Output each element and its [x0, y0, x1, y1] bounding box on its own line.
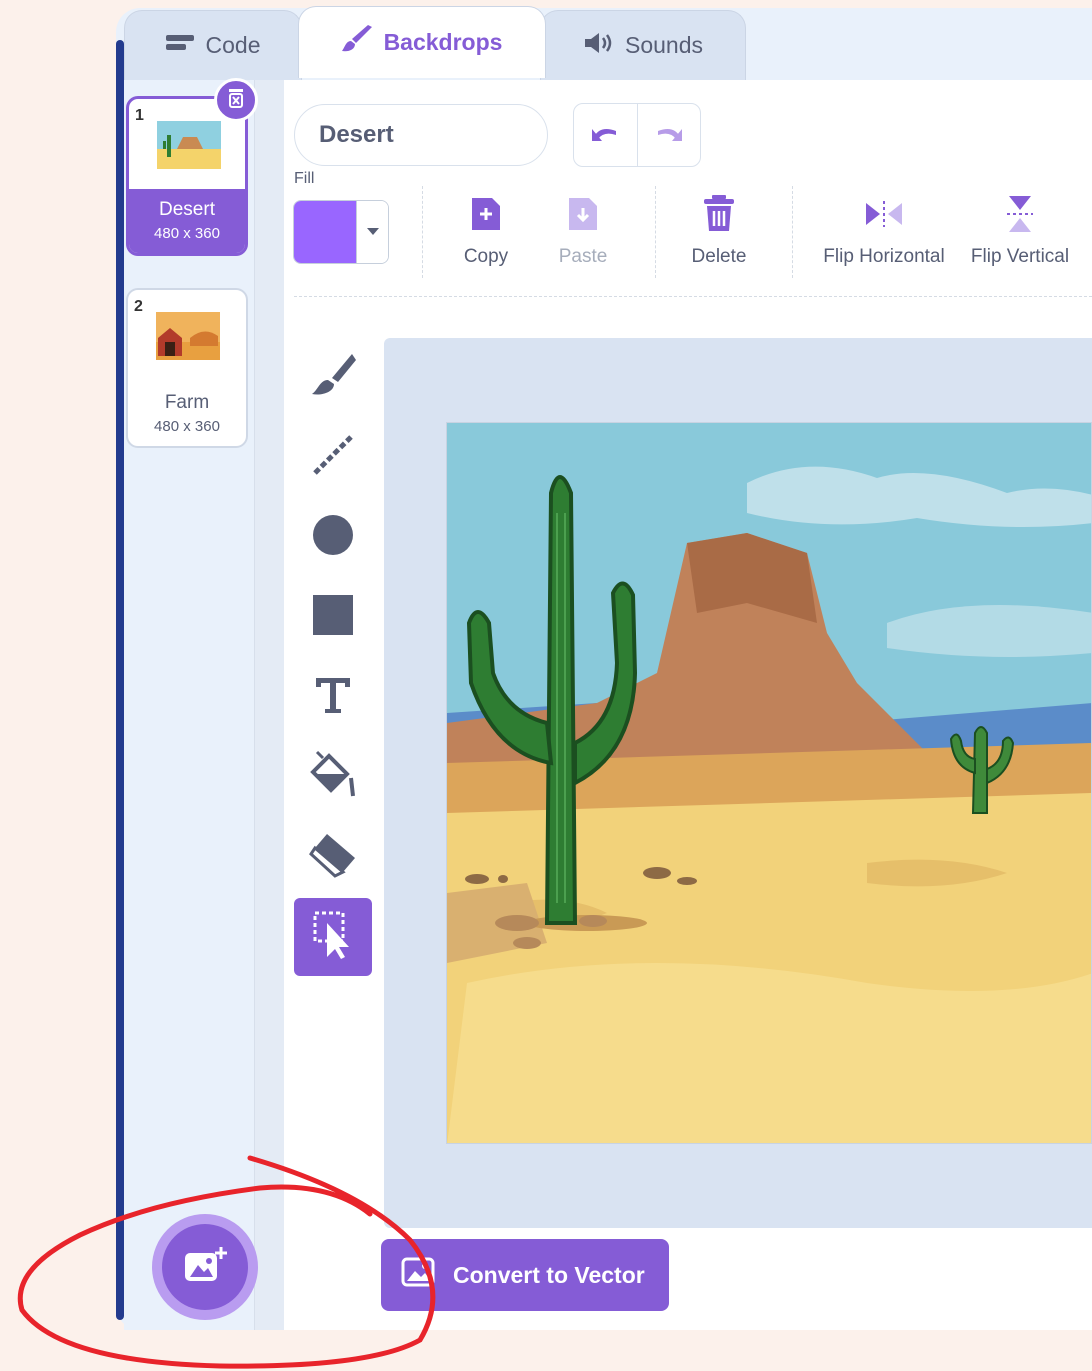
- brush-icon: [308, 350, 358, 405]
- backdrop-list-scrollbar[interactable]: [254, 80, 285, 1330]
- flip-vertical-button[interactable]: Flip Vertical: [966, 196, 1074, 268]
- backdrop-size: 480 x 360: [154, 418, 220, 435]
- paste-button[interactable]: Paste: [550, 196, 616, 268]
- delete-backdrop-button[interactable]: [214, 78, 258, 122]
- backdrop-number: 1: [135, 107, 144, 124]
- toolbar-divider: [655, 186, 656, 278]
- rectangle-tool[interactable]: [294, 578, 372, 656]
- copy-label: Copy: [463, 246, 509, 267]
- undo-redo-group: [573, 103, 701, 167]
- line-icon: [311, 433, 355, 482]
- redo-button[interactable]: [636, 104, 701, 166]
- undo-button[interactable]: [574, 104, 637, 166]
- text-icon: [313, 675, 353, 720]
- toolbar-separator: [294, 296, 1092, 297]
- image-icon: [401, 1257, 435, 1293]
- flip-horizontal-icon: [864, 199, 904, 235]
- undo-icon: [590, 123, 620, 148]
- desert-backdrop-artwork: [447, 423, 1091, 1143]
- circle-icon: [311, 513, 355, 562]
- tab-backdrops[interactable]: Backdrops: [298, 6, 546, 78]
- chevron-down-icon: [356, 201, 388, 263]
- backdrop-size: 480 x 360: [154, 225, 220, 242]
- fill-tool[interactable]: [294, 738, 372, 816]
- add-image-icon: [183, 1245, 227, 1290]
- fill-label: Fill: [294, 170, 315, 187]
- redo-icon: [654, 123, 684, 148]
- window-edge: [116, 40, 124, 1320]
- delete-button[interactable]: Delete: [684, 195, 754, 268]
- convert-to-vector-label: Convert to Vector: [453, 1261, 645, 1288]
- flip-vertical-icon: [1005, 194, 1035, 240]
- toolbar-divider: [792, 186, 793, 278]
- text-tool[interactable]: [294, 658, 372, 736]
- drawing-canvas[interactable]: [446, 422, 1092, 1144]
- tab-sounds[interactable]: Sounds: [540, 10, 746, 80]
- paintbrush-icon: [341, 24, 374, 61]
- backdrop-name-input[interactable]: [294, 104, 548, 166]
- copy-icon: [470, 196, 502, 238]
- backdrop-name: Farm: [164, 392, 210, 413]
- select-icon: [311, 909, 355, 966]
- flip-horizontal-label: Flip Horizontal: [823, 246, 945, 267]
- circle-tool[interactable]: [294, 498, 372, 576]
- rectangle-icon: [312, 594, 354, 641]
- backdrop-number: 2: [134, 298, 143, 315]
- backdrop-list: [124, 80, 254, 1330]
- toolbar-divider: [422, 186, 423, 278]
- select-tool[interactable]: [294, 898, 372, 976]
- flip-vertical-label: Flip Vertical: [970, 246, 1070, 267]
- code-icon: [165, 32, 196, 59]
- paste-icon: [567, 196, 599, 238]
- delete-label: Delete: [691, 246, 747, 267]
- fill-bucket-icon: [307, 750, 359, 805]
- backdrop-name: Desert: [159, 199, 215, 220]
- tab-code[interactable]: Code: [124, 10, 302, 80]
- copy-button[interactable]: Copy: [452, 196, 520, 268]
- eraser-icon: [307, 832, 359, 883]
- tab-sounds-label: Sounds: [624, 32, 703, 58]
- backdrop-thumbnail: [156, 312, 220, 360]
- eraser-tool[interactable]: [294, 818, 372, 896]
- paste-label: Paste: [558, 246, 608, 267]
- trash-icon: [702, 195, 736, 239]
- convert-to-vector-button[interactable]: Convert to Vector: [381, 1239, 669, 1311]
- flip-horizontal-button[interactable]: Flip Horizontal: [818, 196, 950, 268]
- speaker-icon: [583, 31, 615, 61]
- backdrop-item-farm[interactable]: 2 Farm 480 x 360: [126, 288, 248, 448]
- tab-backdrops-label: Backdrops: [383, 29, 503, 55]
- fill-color-swatch: [294, 201, 356, 263]
- fill-color-picker[interactable]: [293, 200, 389, 264]
- backdrop-thumbnail: [157, 121, 221, 169]
- tab-code-label: Code: [205, 32, 261, 58]
- line-tool[interactable]: [294, 418, 372, 496]
- brush-tool[interactable]: [294, 338, 372, 416]
- choose-backdrop-button[interactable]: [152, 1214, 258, 1320]
- trash-icon: [226, 87, 246, 114]
